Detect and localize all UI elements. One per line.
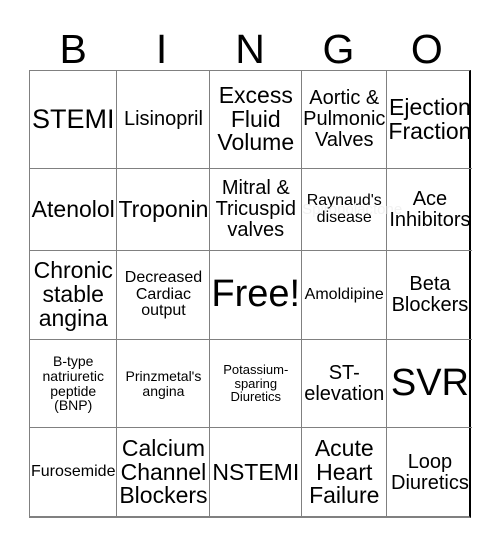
bingo-cell-label: Prinzmetal's angina [125,367,202,399]
bingo-cell-label: B-type natriuretic peptide (BNP) [42,353,104,414]
bingo-cell-label: Potassium- sparing Diuretics [223,362,289,405]
bingo-cell[interactable]: Beta Blockers [387,251,473,340]
bingo-cell-label: SVR [390,361,469,404]
bingo-cell-label: Beta Blockers [391,273,469,316]
bingo-cell[interactable]: Spironolactone Raynaud's disease [302,169,402,251]
bingo-cell-label: Raynaud's disease [306,191,382,226]
bingo-free-space[interactable]: Free! [210,251,303,340]
bingo-cell[interactable]: Excess Fluid Volume [210,71,303,169]
bingo-cell-label: Free! [211,273,301,316]
bingo-cell[interactable]: ST- elevation [302,340,388,428]
bingo-cell[interactable]: Loop Diuretics [387,428,472,517]
bingo-cell[interactable]: Atenolol [30,169,118,251]
bingo-cell-label: Acute Heart Failure [309,434,380,509]
bingo-cell-label: Loop Diuretics [391,450,469,494]
bingo-cell[interactable]: STEMI [30,71,118,169]
bingo-cell[interactable]: Aortic & Pulmonic Valves [302,71,388,169]
header-letter-b: B [29,22,117,70]
bingo-cell[interactable]: Ejection Fraction [387,71,473,169]
header-letter-n: N [206,22,294,70]
bingo-cell[interactable]: NSTEMI [210,428,303,517]
bingo-cell-label: Lisinopril [123,108,203,131]
header-letter-b-text: B [59,26,87,72]
bingo-cell[interactable]: Chronic stable angina [30,251,118,340]
bingo-cell-label: Atenolol [31,195,115,222]
bingo-cell-label: Decreased Cardiac output [124,269,203,320]
bingo-cell-label: Amoldipine [304,285,384,303]
header-letter-i-text: I [155,26,168,72]
header-letter-o-text: O [410,26,443,72]
bingo-grid: STEMI Lisinopril Excess Fluid Volume Aortic… [29,70,473,518]
bingo-cell-label: Ejection Fraction [388,93,472,144]
header-letter-o: O [383,22,471,70]
bingo-cell-label: Excess Fluid Volume [217,81,295,156]
bingo-cell[interactable]: Ace Inhibitors [387,169,473,251]
header-letter-g: G [294,22,382,70]
bingo-cell-label: Furosemide [31,463,116,481]
bingo-cell-label: ST- elevation [304,361,385,405]
bingo-cell-label: Ace Inhibitors [389,187,471,231]
bingo-cell[interactable]: Decreased Cardiac output [117,251,211,340]
bingo-cell-label: Chronic stable angina [33,257,113,331]
bingo-cell[interactable]: Amoldipine [302,251,388,340]
bingo-cell-label: STEMI [31,104,115,135]
header-letter-n-text: N [235,26,265,72]
header-letter-i: I [117,22,205,70]
bingo-cell-label: Aortic & Pulmonic Valves [303,87,386,151]
bingo-cell-label: Calcium Channel Blockers [119,434,208,509]
bingo-cell[interactable]: SVR [387,340,473,428]
bingo-cell-label: NSTEMI [212,458,300,485]
bingo-cell[interactable]: Troponin [117,169,211,251]
header-letter-g-text: G [322,26,355,72]
bingo-card: B I N G O STEMI Lisinopril Excess Fluid Vo… [0,0,500,544]
bingo-cell[interactable]: Potassium- sparing Diuretics [210,340,303,428]
bingo-cell-label: Troponin [118,195,209,222]
bingo-cell[interactable]: Calcium Channel Blockers [117,428,211,517]
bingo-cell[interactable]: Prinzmetal's angina [117,340,211,428]
bingo-cell[interactable]: Furosemide [30,428,118,517]
bingo-cell[interactable]: Acute Heart Failure [302,428,388,517]
bingo-header-row: B I N G O [29,22,471,70]
bingo-cell[interactable]: B-type natriuretic peptide (BNP) [30,340,118,428]
bingo-cell-label: Mitral & Tricuspid valves [215,177,296,241]
bingo-cell[interactable]: Lisinopril [117,71,211,169]
bingo-cell[interactable]: Mitral & Tricuspid valves [210,169,303,251]
